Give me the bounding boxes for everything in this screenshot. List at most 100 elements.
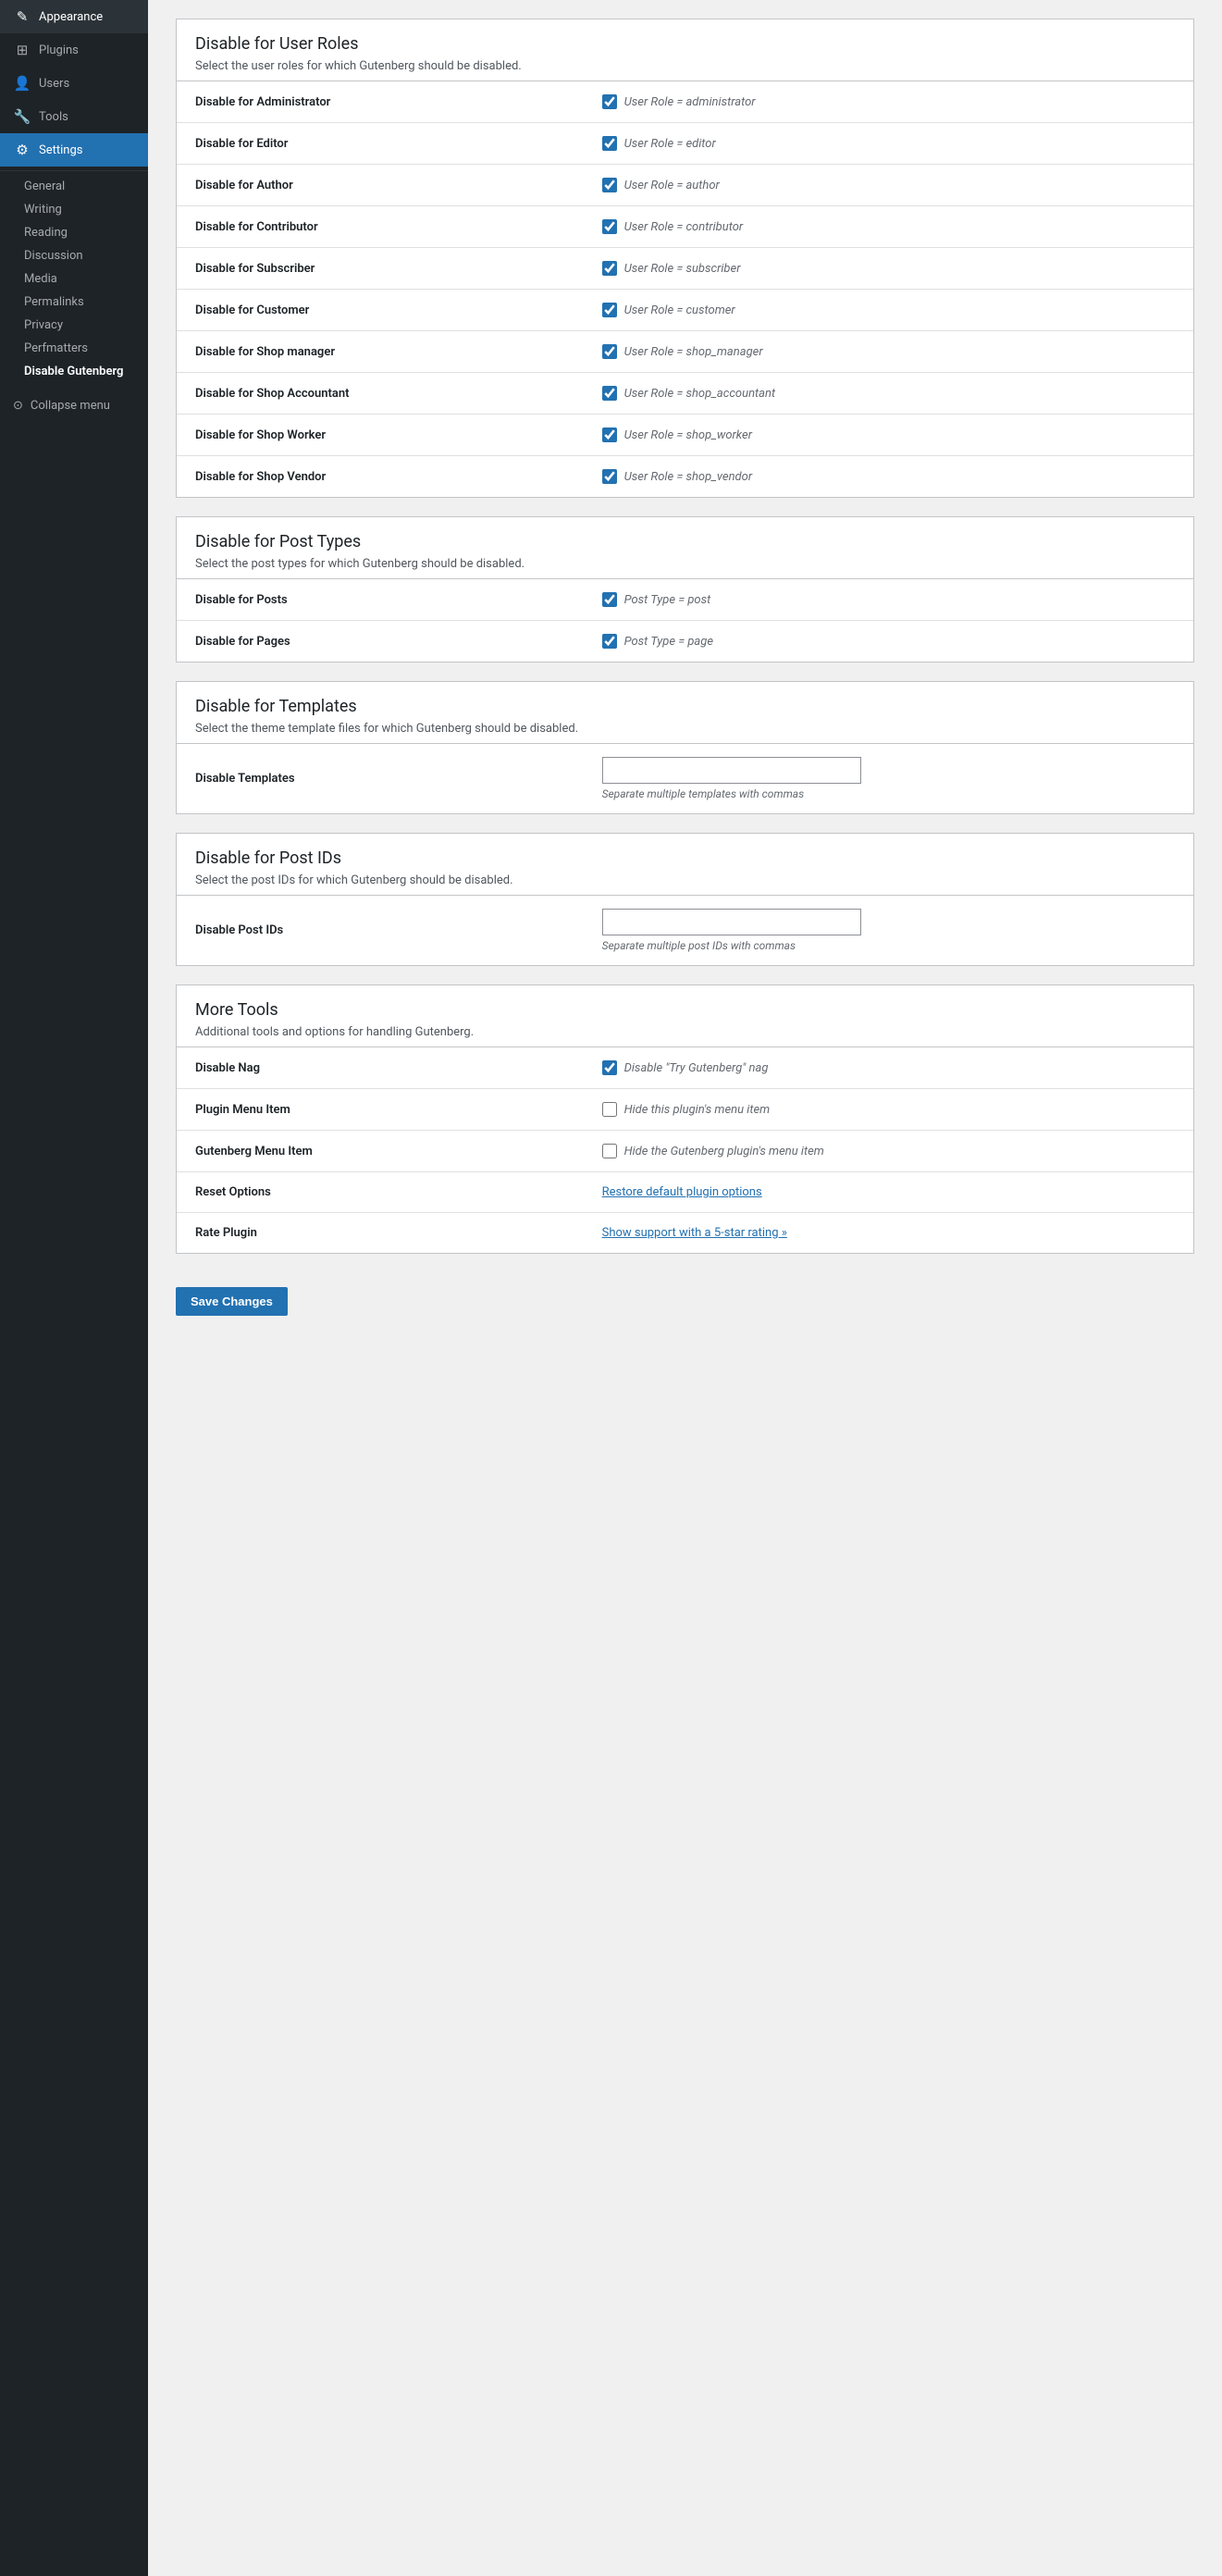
sidebar-item-perfmatters[interactable]: Perfmatters: [0, 337, 148, 360]
section-post-types-desc: Select the post types for which Gutenber…: [195, 557, 1175, 571]
collapse-menu-button[interactable]: ⊙ Collapse menu: [0, 390, 148, 421]
main-content: Disable for User Roles Select the user r…: [148, 0, 1222, 2576]
table-row: Disable for Customer User Role = custome…: [177, 290, 1193, 331]
save-changes-button[interactable]: Save Changes: [176, 1287, 288, 1316]
row-label: Disable for Subscriber: [177, 248, 584, 290]
sidebar-item-disable-gutenberg[interactable]: Disable Gutenberg: [0, 360, 148, 383]
table-row: Disable Nag Disable "Try Gutenberg" nag: [177, 1047, 1193, 1089]
checkbox-label-plugin-menu: Hide this plugin's menu item: [624, 1103, 771, 1117]
table-row: Plugin Menu Item Hide this plugin's menu…: [177, 1089, 1193, 1131]
rate-plugin-link[interactable]: Show support with a 5-star rating »: [602, 1226, 787, 1240]
checkbox-row-pages: Post Type = page: [602, 634, 1175, 649]
checkbox-label-disable-nag: Disable "Try Gutenberg" nag: [624, 1061, 769, 1075]
section-user-roles-desc: Select the user roles for which Gutenber…: [195, 59, 1175, 73]
tools-icon: 🔧: [13, 108, 31, 125]
sidebar-item-permalinks[interactable]: Permalinks: [0, 291, 148, 314]
checkbox-row-editor: User Role = editor: [602, 136, 1175, 151]
sidebar-nav-users[interactable]: 👤 Users: [0, 67, 148, 100]
sidebar-nav-appearance[interactable]: ✎ Appearance: [0, 0, 148, 33]
restore-defaults-link[interactable]: Restore default plugin options: [602, 1185, 762, 1199]
sidebar-item-reading[interactable]: Reading: [0, 221, 148, 244]
row-label: Disable for Shop Accountant: [177, 373, 584, 415]
checkbox-shop-accountant[interactable]: [602, 386, 617, 401]
sidebar-item-privacy[interactable]: Privacy: [0, 314, 148, 337]
row-label: Disable Templates: [177, 744, 584, 813]
row-label: Rate Plugin: [177, 1213, 584, 1254]
checkbox-shop-worker[interactable]: [602, 427, 617, 442]
table-row: Disable Templates Separate multiple temp…: [177, 744, 1193, 813]
users-icon: 👤: [13, 75, 31, 92]
checkbox-pages[interactable]: [602, 634, 617, 649]
checkbox-label-shop-vendor: User Role = shop_vendor: [624, 470, 753, 484]
checkbox-label-shop-manager: User Role = shop_manager: [624, 345, 763, 359]
checkbox-admin[interactable]: [602, 94, 617, 109]
appearance-icon: ✎: [13, 8, 31, 25]
checkbox-label-contributor: User Role = contributor: [624, 220, 744, 234]
checkbox-label-shop-worker: User Role = shop_worker: [624, 428, 752, 442]
row-label: Disable for Author: [177, 165, 584, 206]
row-label: Plugin Menu Item: [177, 1089, 584, 1131]
section-more-tools-title: More Tools: [195, 1000, 1175, 1020]
row-label: Reset Options: [177, 1172, 584, 1213]
checkbox-posts[interactable]: [602, 592, 617, 607]
checkbox-plugin-menu[interactable]: [602, 1102, 617, 1117]
sidebar-nav-plugins[interactable]: ⊞ Plugins: [0, 33, 148, 67]
checkbox-gutenberg-menu[interactable]: [602, 1144, 617, 1158]
post-types-table: Disable for Posts Post Type = post Disab…: [177, 579, 1193, 662]
sidebar-item-discussion[interactable]: Discussion: [0, 244, 148, 267]
checkbox-row-shop-manager: User Role = shop_manager: [602, 344, 1175, 359]
checkbox-label-editor: User Role = editor: [624, 137, 716, 151]
templates-table: Disable Templates Separate multiple temp…: [177, 744, 1193, 813]
active-indicator: [93, 143, 101, 156]
user-roles-table: Disable for Administrator User Role = ad…: [177, 81, 1193, 497]
sidebar-nav-tools[interactable]: 🔧 Tools: [0, 100, 148, 133]
section-post-types: Disable for Post Types Select the post t…: [176, 516, 1194, 663]
table-row: Disable for Administrator User Role = ad…: [177, 81, 1193, 123]
section-post-types-title: Disable for Post Types: [195, 532, 1175, 551]
sidebar-item-media[interactable]: Media: [0, 267, 148, 291]
checkbox-editor[interactable]: [602, 136, 617, 151]
table-row: Rate Plugin Show support with a 5-star r…: [177, 1213, 1193, 1254]
templates-input[interactable]: [602, 757, 861, 784]
checkbox-contributor[interactable]: [602, 219, 617, 234]
section-more-tools: More Tools Additional tools and options …: [176, 985, 1194, 1254]
checkbox-author[interactable]: [602, 178, 617, 192]
section-templates-desc: Select the theme template files for whic…: [195, 722, 1175, 736]
row-label: Disable Post IDs: [177, 896, 584, 965]
section-post-types-header: Disable for Post Types Select the post t…: [177, 517, 1193, 579]
settings-icon: ⚙: [13, 142, 31, 158]
more-tools-table: Disable Nag Disable "Try Gutenberg" nag …: [177, 1047, 1193, 1253]
checkbox-customer[interactable]: [602, 303, 617, 317]
section-user-roles-header: Disable for User Roles Select the user r…: [177, 19, 1193, 81]
row-label: Disable for Shop manager: [177, 331, 584, 373]
table-row: Disable for Pages Post Type = page: [177, 621, 1193, 663]
sidebar-divider: [0, 170, 148, 171]
checkbox-row-posts: Post Type = post: [602, 592, 1175, 607]
table-row: Gutenberg Menu Item Hide the Gutenberg p…: [177, 1131, 1193, 1172]
table-row: Disable for Author User Role = author: [177, 165, 1193, 206]
checkbox-subscriber[interactable]: [602, 261, 617, 276]
checkbox-shop-vendor[interactable]: [602, 469, 617, 484]
checkbox-shop-manager[interactable]: [602, 344, 617, 359]
checkbox-row-shop-vendor: User Role = shop_vendor: [602, 469, 1175, 484]
section-more-tools-header: More Tools Additional tools and options …: [177, 985, 1193, 1047]
section-post-ids-title: Disable for Post IDs: [195, 848, 1175, 868]
checkbox-label-admin: User Role = administrator: [624, 95, 756, 109]
table-row: Disable for Shop manager User Role = sho…: [177, 331, 1193, 373]
checkbox-label-gutenberg-menu: Hide the Gutenberg plugin's menu item: [624, 1145, 824, 1158]
row-label: Disable for Pages: [177, 621, 584, 663]
sidebar-item-writing[interactable]: Writing: [0, 198, 148, 221]
checkbox-row-plugin-menu: Hide this plugin's menu item: [602, 1102, 1175, 1117]
section-templates-title: Disable for Templates: [195, 697, 1175, 716]
section-post-ids: Disable for Post IDs Select the post IDs…: [176, 833, 1194, 966]
post-ids-input[interactable]: [602, 909, 861, 935]
sidebar-nav-settings[interactable]: ⚙ Settings: [0, 133, 148, 167]
checkbox-row-customer: User Role = customer: [602, 303, 1175, 317]
checkbox-row-shop-accountant: User Role = shop_accountant: [602, 386, 1175, 401]
row-label: Disable for Editor: [177, 123, 584, 165]
checkbox-label-posts: Post Type = post: [624, 593, 711, 607]
sidebar-item-general[interactable]: General: [0, 175, 148, 198]
table-row: Disable for Shop Accountant User Role = …: [177, 373, 1193, 415]
checkbox-row-subscriber: User Role = subscriber: [602, 261, 1175, 276]
checkbox-disable-nag[interactable]: [602, 1060, 617, 1075]
